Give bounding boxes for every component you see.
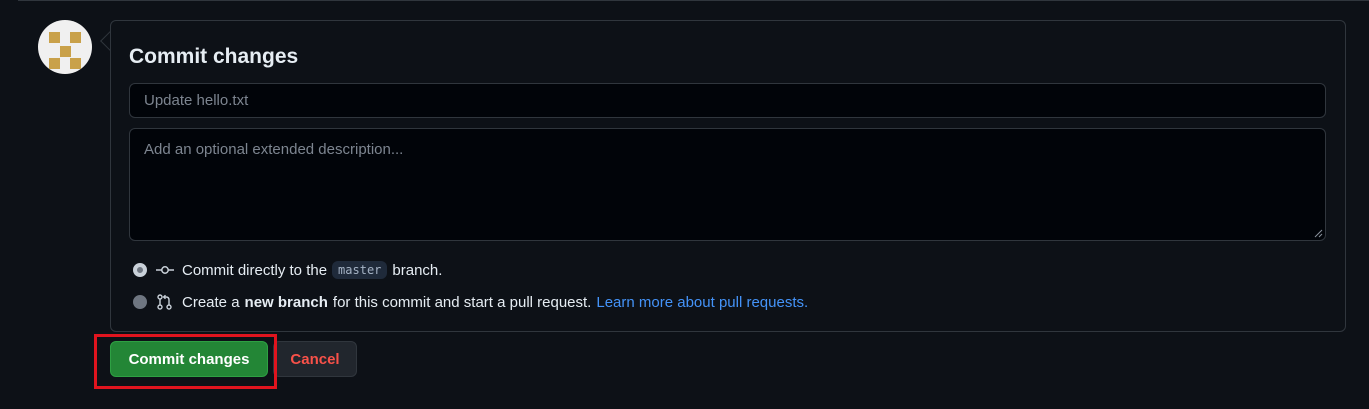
new-branch-option[interactable]: Create a new branch for this commit and … bbox=[133, 291, 808, 313]
commit-direct-option[interactable]: Commit directly to the master branch. bbox=[133, 259, 442, 281]
divider bbox=[18, 0, 1369, 1]
option-text: branch. bbox=[392, 261, 443, 279]
option-text: Commit directly to the bbox=[182, 261, 328, 279]
commit-description-input[interactable] bbox=[129, 128, 1326, 241]
panel-title: Commit changes bbox=[129, 45, 299, 68]
option-text: for this commit and start a pull request… bbox=[332, 293, 592, 311]
branch-name-badge: master bbox=[332, 261, 388, 279]
commit-summary-input[interactable] bbox=[129, 83, 1326, 118]
new-branch-radio[interactable] bbox=[133, 295, 147, 309]
option-text: Create a bbox=[182, 293, 240, 311]
avatar[interactable] bbox=[38, 20, 92, 74]
highlight-annotation bbox=[94, 334, 277, 389]
git-pull-request-icon bbox=[157, 294, 172, 310]
cancel-button[interactable]: Cancel bbox=[273, 341, 357, 377]
commit-panel: Commit changes Commit directly to the ma… bbox=[110, 20, 1346, 332]
commit-direct-radio[interactable] bbox=[133, 263, 147, 277]
resize-handle-icon[interactable] bbox=[1314, 229, 1323, 238]
git-commit-icon bbox=[156, 266, 174, 274]
option-bold-text: new branch bbox=[244, 293, 328, 311]
learn-more-link[interactable]: Learn more about pull requests. bbox=[596, 294, 808, 311]
